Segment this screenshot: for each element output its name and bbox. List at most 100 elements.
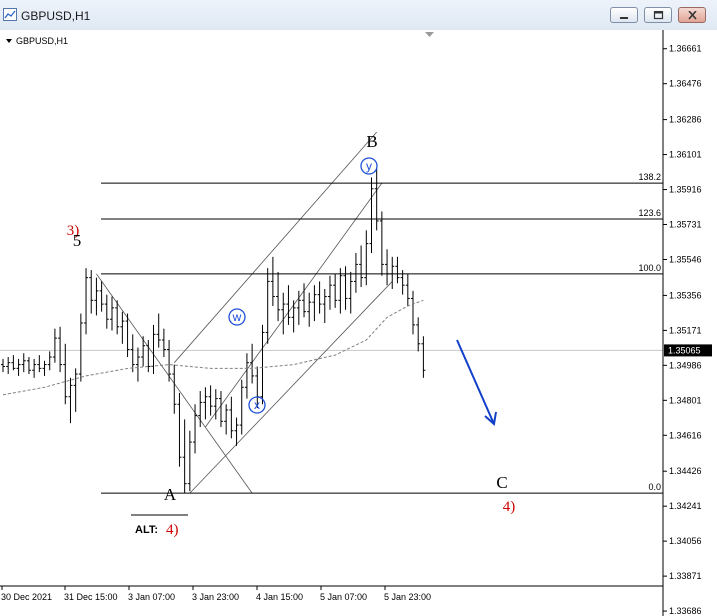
channel-line-upper [173,131,377,363]
candle-bar [416,317,421,352]
candle-bar [395,256,400,284]
candle-bar [73,368,78,412]
candle-bar [260,324,265,405]
price-tick-label: 1.34241 [669,501,702,511]
candle-bar [348,271,353,314]
price-tick-label: 1.36101 [669,150,702,160]
time-tick-label: 5 Jan 07:00 [320,592,367,602]
projection-arrow-line [456,339,495,425]
candlestick-chart[interactable]: 138.2123.6100.00.0 3)5ABC4)wxyALT: 4)GBPU… [0,30,717,616]
fib-level-label: 138.2 [638,172,661,182]
wave-label-4paren: 4) [503,499,516,515]
candle-bar [1,358,5,373]
wave-label-w: w [232,310,242,324]
candle-bar [21,353,26,373]
candle-bar [218,391,223,427]
candle-bar [193,404,198,454]
candle-bar [68,377,73,424]
price-tick-label: 1.34056 [669,536,702,546]
alt-wave: 4) [166,522,179,538]
minimize-icon [620,17,628,19]
candle-bar [322,288,327,323]
candle-bar [379,211,384,276]
candle-bar [265,268,270,344]
candle-bar [78,313,83,382]
chart-area[interactable]: 138.2 123.6 100.0 0.0 3) 5 A B C 4) w x y ALT: 4) GBPU… [0,30,717,616]
price-tick-label: 1.34801 [669,395,702,405]
candle-bar [161,328,166,358]
candle-bar [327,275,332,310]
candle-bar [317,281,322,314]
candle-bar [343,266,348,310]
symbol-label: GBPUSD,H1 [16,36,68,46]
candle-bar [239,379,244,435]
candle-bar [47,351,52,371]
candle-bar [172,364,177,414]
candle-bar [42,360,47,376]
fib-level-label: 0.0 [648,482,661,492]
price-tick-label: 1.34986 [669,360,702,370]
minimize-button[interactable] [610,7,638,23]
price-tick-label: 1.34426 [669,466,702,476]
alt-prefix: ALT: [135,524,158,536]
wave-label-5: 5 [73,231,82,250]
candle-bar [229,396,234,439]
fib-level-label: 123.6 [638,208,661,218]
candle-bar [58,326,63,373]
candle-bar [411,290,416,335]
wave-label-B: B [366,132,377,151]
candle-bar [281,292,286,335]
candle-bar [312,285,317,322]
price-tick-label: 1.35171 [669,325,702,335]
candle-bar [405,273,410,306]
candle-bar [208,385,213,416]
candle-bar [353,253,358,293]
candle-bar [6,357,11,375]
current-price-label: 1.35065 [668,345,701,355]
candle-bar [167,340,172,382]
candle-bar [369,177,374,254]
price-tick-label: 1.36476 [669,79,702,89]
candle-bar [151,324,156,375]
candle-bar [333,273,338,308]
time-tick-label: 3 Jan 07:00 [128,592,175,602]
candle-bar [84,268,89,335]
candle-bar [11,355,16,371]
window-title: GBPUSD,H1 [21,9,91,23]
time-tick-label: 3 Jan 23:00 [192,592,239,602]
time-tick-label: 30 Dec 2021 [1,592,52,602]
candle-bar [141,336,146,367]
candle-bar [291,300,296,333]
candle-bar [276,271,281,322]
candle-bar [89,270,94,314]
candle-bar [244,353,249,399]
candle-bar [307,292,312,327]
window-titlebar[interactable]: GBPUSD,H1 [0,0,717,31]
candle-bar [364,230,369,286]
candle-bar [250,343,255,384]
time-tick-label: 5 Jan 23:00 [384,592,431,602]
candle-bar [32,358,37,378]
candle-bar [286,285,291,325]
price-tick-label: 1.36661 [669,44,702,54]
price-tick-label: 1.33871 [669,571,702,581]
candle-bar [94,277,99,316]
candle-bar [359,245,364,288]
channel-line-lower [189,281,393,494]
candle-bar [156,313,161,348]
candle-bar [390,256,395,289]
price-tick-label: 1.35916 [669,185,702,195]
candle-bar [224,404,229,435]
candle-bar [26,357,31,375]
candle-bar [37,355,42,373]
price-tick-label: 1.35546 [669,254,702,264]
candle-bar [338,268,343,314]
close-button[interactable] [678,7,706,23]
candle-bar [16,358,21,376]
time-tick-label: 4 Jan 15:00 [256,592,303,602]
symbol-dropdown-icon [6,39,12,43]
maximize-button[interactable] [644,7,672,23]
candle-bar [177,392,182,467]
price-tick-label: 1.33686 [669,606,702,616]
time-tick-label: 31 Dec 15:00 [64,592,118,602]
